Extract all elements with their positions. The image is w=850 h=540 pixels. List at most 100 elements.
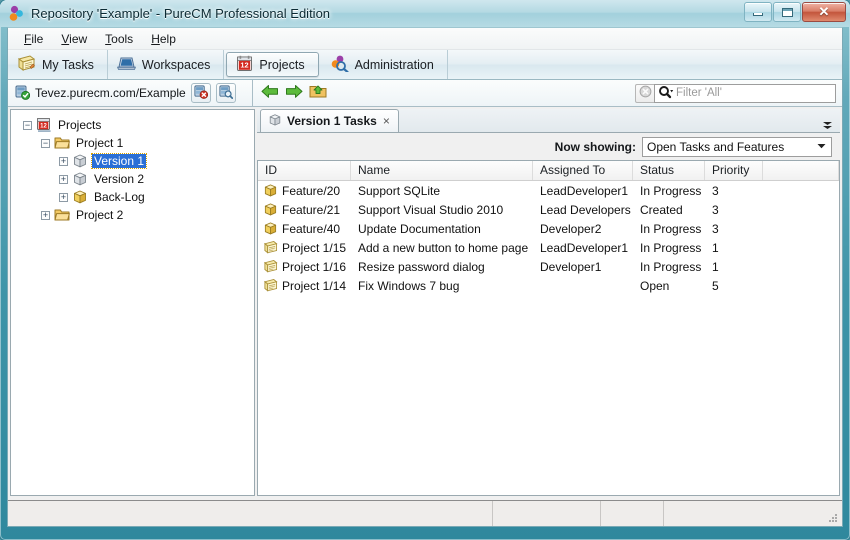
cell-text: Project 1/15	[282, 240, 347, 255]
nav-tab-my-tasks[interactable]: My Tasks	[8, 50, 108, 79]
table-row[interactable]: Feature/40 Update Documentation Developer2…	[258, 219, 839, 238]
close-button[interactable]: ✕	[802, 2, 846, 22]
tree-node-project-2[interactable]: + Project 2	[17, 206, 254, 224]
clear-filter-button[interactable]	[635, 83, 654, 103]
tasks-grid: ID Name Assigned To Status Priority Feat…	[257, 160, 840, 496]
cell-name: Support SQLite	[358, 183, 441, 198]
nav-tab-label: Administration	[354, 57, 434, 72]
resize-grip-icon[interactable]	[827, 512, 839, 524]
expander-plus-icon[interactable]: +	[59, 192, 68, 202]
table-row[interactable]: Project 1/16 Resize password dialog Develo…	[258, 257, 839, 276]
cell-text: Project 1/14	[282, 278, 347, 293]
expander-minus-icon[interactable]: −	[23, 120, 32, 130]
cell-assigned: LeadDeveloper1	[540, 183, 629, 198]
navigation-toolbar: Filter 'All'	[253, 80, 842, 106]
grid-header-row: ID Name Assigned To Status Priority	[258, 161, 839, 181]
cell-text: Project 1/16	[282, 259, 347, 274]
version-box-icon	[72, 171, 88, 187]
minimize-button[interactable]	[744, 2, 772, 22]
admin-search-icon	[330, 55, 349, 75]
cell-priority: 3	[712, 183, 719, 198]
main-nav-bar: My Tasks Workspaces 12 Projects Administ…	[8, 50, 842, 80]
tree-node-project-1[interactable]: − Project 1	[17, 134, 254, 152]
now-showing-label: Now showing:	[554, 139, 636, 154]
column-header-spare[interactable]	[763, 161, 839, 180]
tree-node-label: Projects	[58, 118, 102, 132]
maximize-button[interactable]	[773, 2, 801, 22]
menu-view[interactable]: View	[52, 30, 96, 48]
tree-node-version-2[interactable]: + Version 2	[17, 170, 254, 188]
back-arrow-icon[interactable]	[261, 84, 279, 102]
cell-text: Feature/21	[282, 202, 341, 217]
tree-node-projects[interactable]: − 12 Projects	[17, 116, 254, 134]
cell-status: Created	[640, 202, 683, 217]
forward-arrow-icon[interactable]	[285, 84, 303, 102]
repository-path: Tevez.purecm.com/Example	[35, 86, 186, 100]
nav-tab-administration[interactable]: Administration	[321, 50, 448, 79]
nav-tab-projects[interactable]: 12 Projects	[226, 52, 319, 77]
status-segment-4	[664, 501, 842, 526]
feature-box-icon	[263, 183, 278, 198]
notepad-icon	[17, 54, 36, 75]
column-header-priority[interactable]: Priority	[705, 161, 763, 180]
folder-open-icon	[54, 135, 70, 151]
nav-tab-workspaces[interactable]: Workspaces	[108, 50, 225, 79]
search-placeholder: Filter 'All'	[676, 87, 722, 99]
search-input[interactable]: Filter 'All'	[654, 83, 836, 103]
svg-text:12: 12	[241, 60, 249, 69]
cell-id: Feature/40	[258, 221, 351, 236]
menu-bar: File View Tools Help	[8, 28, 842, 50]
task-note-icon	[263, 278, 278, 293]
document-tab-version-1-tasks[interactable]: Version 1 Tasks ×	[260, 109, 399, 132]
column-header-status[interactable]: Status	[633, 161, 705, 180]
expander-plus-icon[interactable]: +	[41, 210, 50, 220]
now-showing-select[interactable]: Open Tasks and Features	[642, 136, 832, 157]
version-box-icon	[268, 113, 282, 130]
cell-status: In Progress	[640, 221, 702, 236]
tree-node-label: Project 2	[76, 208, 124, 222]
expander-minus-icon[interactable]: −	[41, 138, 50, 148]
expander-plus-icon[interactable]: +	[59, 174, 68, 184]
version-box-icon	[72, 153, 88, 169]
folder-open-icon	[54, 207, 70, 223]
cell-status: In Progress	[640, 259, 702, 274]
laptop-icon	[116, 55, 136, 75]
svg-text:12: 12	[40, 124, 47, 130]
chevron-down-icon	[817, 142, 826, 151]
purecm-logo-icon	[8, 5, 26, 23]
menu-file[interactable]: File	[15, 30, 52, 48]
close-tab-icon[interactable]: ×	[382, 114, 391, 128]
tab-overflow-button[interactable]	[822, 120, 840, 132]
disconnect-repository-button[interactable]	[190, 83, 211, 103]
cell-priority: 1	[712, 240, 719, 255]
projects-root-icon: 12	[36, 117, 52, 133]
up-folder-icon[interactable]	[309, 84, 327, 102]
project-tree-pane: − 12 Projects − Project 1 + Version 1 + …	[10, 109, 255, 496]
task-note-icon	[263, 240, 278, 255]
table-row[interactable]: Feature/20 Support SQLite LeadDeveloper1 In…	[258, 181, 839, 200]
expander-plus-icon[interactable]: +	[59, 156, 68, 166]
table-row[interactable]: Project 1/14 Fix Windows 7 bug Open 5	[258, 276, 839, 295]
tree-node-version-1[interactable]: + Version 1	[17, 152, 254, 170]
menu-help[interactable]: Help	[142, 30, 185, 48]
filter-control: Filter 'All'	[635, 83, 836, 103]
content-panes: − 12 Projects − Project 1 + Version 1 + …	[8, 108, 842, 498]
table-row[interactable]: Feature/21 Support Visual Studio 2010 Lead…	[258, 200, 839, 219]
cell-id: Feature/20	[258, 183, 351, 198]
magnifier-icon[interactable]	[658, 85, 674, 102]
column-header-assigned[interactable]: Assigned To	[533, 161, 633, 180]
cell-id: Feature/21	[258, 202, 351, 217]
tree-node-label: Back-Log	[94, 190, 145, 204]
column-header-name[interactable]: Name	[351, 161, 533, 180]
menu-tools[interactable]: Tools	[96, 30, 142, 48]
now-showing-bar: Now showing: Open Tasks and Features	[257, 133, 840, 160]
tree-node-back-log[interactable]: + Back-Log	[17, 188, 254, 206]
nav-arrows	[261, 84, 327, 102]
table-row[interactable]: Project 1/15 Add a new button to home pag…	[258, 238, 839, 257]
browse-repository-button[interactable]	[215, 83, 236, 103]
column-header-id[interactable]: ID	[258, 161, 351, 180]
cell-id: Project 1/16	[258, 259, 351, 274]
status-segment-3	[601, 501, 664, 526]
cell-status: Open	[640, 278, 670, 293]
feature-box-icon	[263, 202, 278, 217]
